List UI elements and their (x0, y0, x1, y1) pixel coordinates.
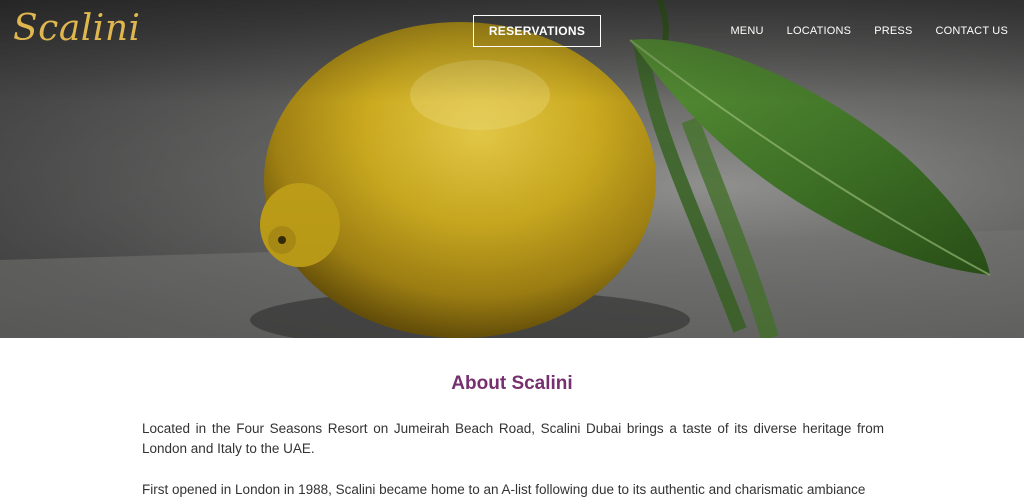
hero-lemon-image (0, 0, 1024, 338)
scalini-logo[interactable]: Scalini (13, 8, 141, 49)
nav-item-contact-us[interactable]: CONTACT US (936, 25, 1009, 37)
about-paragraph-2: First opened in London in 1988, Scalini … (142, 482, 866, 497)
nav-item-press[interactable]: PRESS (874, 25, 912, 37)
main-nav: MENU LOCATIONS PRESS CONTACT US (730, 25, 1008, 37)
nav-item-locations[interactable]: LOCATIONS (787, 25, 852, 37)
hero-banner: Scalini RESERVATIONS MENU LOCATIONS PRES… (0, 0, 1024, 338)
nav-item-menu[interactable]: MENU (730, 25, 763, 37)
reservations-button[interactable]: RESERVATIONS (473, 15, 601, 47)
about-heading: About Scalini (451, 373, 573, 394)
about-paragraph-1: Located in the Four Seasons Resort on Ju… (142, 421, 884, 456)
